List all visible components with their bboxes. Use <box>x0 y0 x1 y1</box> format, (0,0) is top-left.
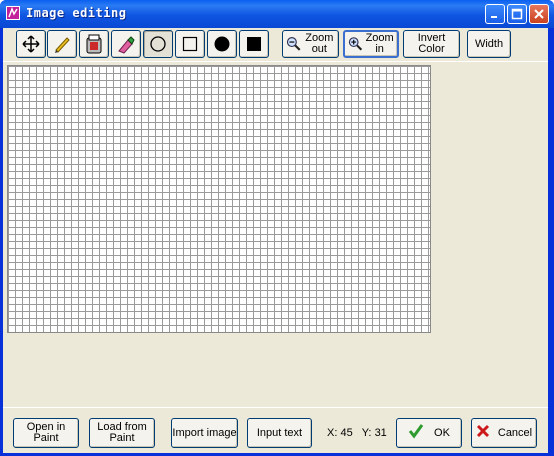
pencil-icon <box>55 37 70 53</box>
app-icon <box>6 6 20 20</box>
pencil-tool-button[interactable] <box>47 30 77 58</box>
zoom-in-icon <box>348 37 363 51</box>
width-label: Width <box>474 37 504 50</box>
minimize-icon <box>491 16 497 18</box>
maximize-button[interactable] <box>507 4 527 24</box>
x-coordinate-label: X: <box>327 427 338 439</box>
move-icon <box>22 35 40 53</box>
input-text-label: Input text <box>256 426 303 439</box>
eraser-tool-button[interactable] <box>111 30 141 58</box>
rectangle-outline-icon <box>182 36 198 52</box>
dialog-client-area: Zoom out Zoom in Invert Color Width Open… <box>3 28 548 453</box>
close-icon <box>534 9 544 19</box>
input-text-button[interactable]: Input text <box>247 418 312 448</box>
open-in-paint-button[interactable]: Open in Paint <box>13 418 79 448</box>
ellipse-tool-button[interactable] <box>143 30 173 58</box>
fill-tool-button[interactable] <box>79 30 109 58</box>
ok-label: OK <box>434 426 450 439</box>
zoom-out-icon <box>286 37 301 51</box>
x-mark-icon <box>476 424 490 442</box>
move-tool-button[interactable] <box>16 30 46 58</box>
invert-color-button[interactable]: Invert Color <box>403 30 460 58</box>
y-coordinate-label: Y: <box>361 427 372 439</box>
zoom-in-button[interactable]: Zoom in <box>343 30 399 58</box>
bucket-fill-icon <box>86 34 102 54</box>
rectangle-filled-icon <box>247 37 261 51</box>
filled-rectangle-tool-button[interactable] <box>239 30 269 58</box>
import-image-button[interactable]: Import image <box>171 418 238 448</box>
window-title: Image editing <box>26 6 127 20</box>
cancel-button[interactable]: Cancel <box>471 418 537 448</box>
rectangle-tool-button[interactable] <box>175 30 205 58</box>
eraser-icon <box>118 36 135 54</box>
minimize-button[interactable] <box>485 4 505 24</box>
ellipse-outline-icon <box>150 36 166 52</box>
invert-color-label: Invert Color <box>417 32 446 55</box>
zoom-out-label: Zoom out <box>305 32 334 55</box>
coordinates-readout: X: 45 Y: 31 <box>327 427 387 439</box>
footer-divider <box>3 407 548 408</box>
window: Image editing Zoom out Zoom in Invert Co… <box>0 0 554 456</box>
open-in-paint-label: Open in Paint <box>26 421 66 444</box>
load-from-paint-button[interactable]: Load from Paint <box>89 418 155 448</box>
checkmark-icon <box>408 423 424 443</box>
window-frame-right <box>548 28 554 456</box>
zoom-out-button[interactable]: Zoom out <box>282 30 339 58</box>
zoom-in-label: Zoom in <box>365 32 394 55</box>
toolbar-divider <box>3 61 548 62</box>
filled-ellipse-tool-button[interactable] <box>207 30 237 58</box>
title-bar[interactable]: Image editing <box>0 0 554 28</box>
close-button[interactable] <box>529 4 549 24</box>
cancel-label: Cancel <box>497 426 533 439</box>
x-coordinate-value: 45 <box>340 427 353 439</box>
ok-button[interactable]: OK <box>396 418 462 448</box>
load-from-paint-label: Load from Paint <box>97 421 147 444</box>
y-coordinate-value: 31 <box>374 427 387 439</box>
pixel-grid-canvas[interactable] <box>7 65 431 333</box>
ellipse-filled-icon <box>214 36 230 52</box>
maximize-icon <box>511 8 523 20</box>
width-button[interactable]: Width <box>467 30 511 58</box>
import-image-label: Import image <box>172 426 237 439</box>
